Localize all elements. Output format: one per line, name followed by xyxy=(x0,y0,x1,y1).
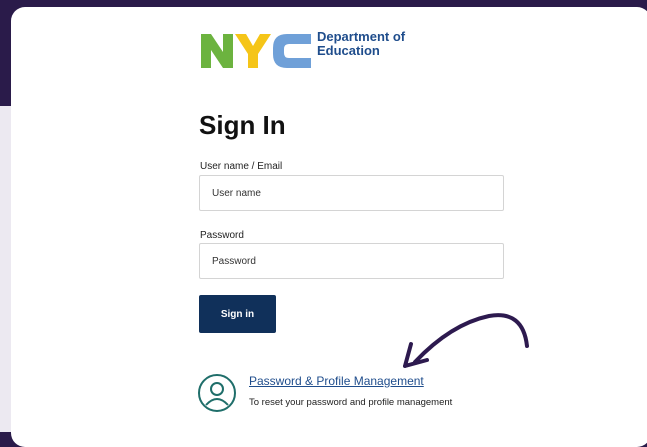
nyc-doe-logo: Department of Education xyxy=(199,28,439,72)
logo-line-2: Education xyxy=(317,43,380,58)
username-label: User name / Email xyxy=(200,161,283,172)
user-circle-icon xyxy=(197,373,237,413)
password-label: Password xyxy=(200,230,244,241)
page-title: Sign In xyxy=(199,110,286,140)
curved-arrow-icon xyxy=(403,313,529,368)
username-input[interactable] xyxy=(199,175,504,211)
password-input[interactable] xyxy=(199,243,504,279)
logo-text: Department of Education xyxy=(317,30,437,58)
logo-line-1: Department of xyxy=(317,29,406,44)
password-profile-management-link[interactable]: Password & Profile Management xyxy=(249,374,424,388)
sign-in-button[interactable]: Sign in xyxy=(199,295,276,333)
profile-management-description: To reset your password and profile manag… xyxy=(249,397,453,408)
nyc-logo-icon xyxy=(201,34,311,68)
